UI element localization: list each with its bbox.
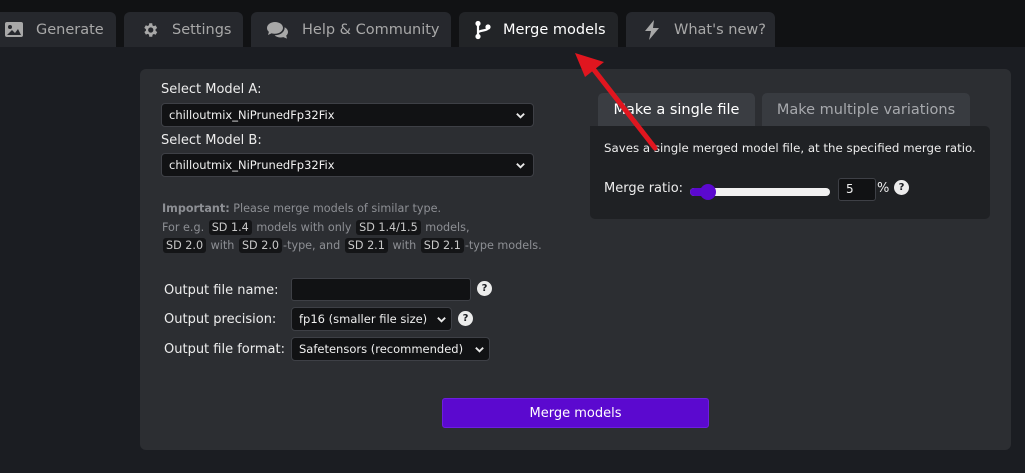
annotation-arrow <box>575 53 658 151</box>
annotation-arrow-shaft <box>588 63 658 151</box>
